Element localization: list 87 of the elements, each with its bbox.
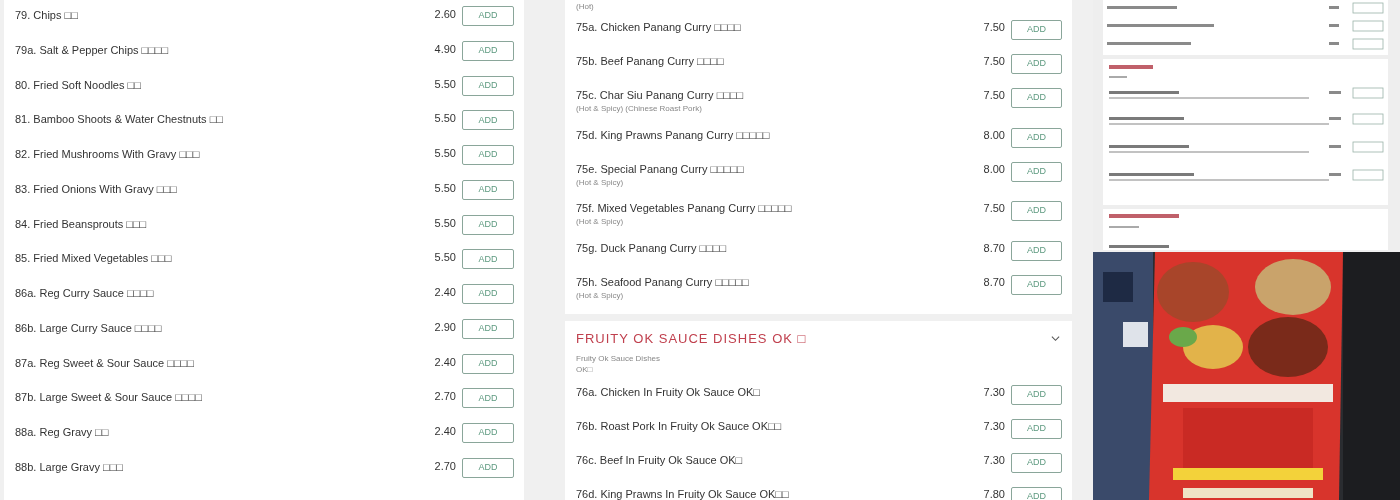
item-price: 5.50 [434, 111, 456, 127]
add-button[interactable]: ADD [462, 249, 514, 270]
item-name: 82. Fried Mushrooms With Gravy □□□ [15, 147, 201, 162]
item-price: 8.70 [983, 240, 1005, 256]
add-button[interactable]: ADD [1011, 161, 1062, 182]
item-name: 86b. Large Curry Sauce □□□□ [15, 320, 163, 336]
item-name: 87a. Reg Sweet & Sour Sauce □□□□ [15, 355, 195, 371]
add-button[interactable]: ADD [462, 318, 514, 339]
item-price: 5.50 [434, 180, 456, 196]
item-price: 7.30 [983, 452, 1005, 468]
item-name: 75f. Mixed Vegetables Panang Curry □□□□□ [576, 201, 793, 216]
item-price: 7.80 [983, 486, 1005, 500]
item-name: 88a. Reg Gravy □□ [15, 425, 110, 440]
chevron-icon[interactable] [1051, 334, 1060, 344]
add-button[interactable]: ADD [1011, 418, 1062, 439]
section-title[interactable]: FRUITY OK SAUCE DISHES OK □ [576, 329, 1051, 349]
item-name: 75h. Seafood Panang Curry □□□□□ [576, 274, 750, 290]
item-note: (Hot & Spicy) [576, 176, 625, 188]
item-note: (Hot & Spicy) [576, 216, 625, 227]
item-name: 75e. Special Panang Curry □□□□□ [576, 161, 745, 177]
item-name: 79a. Salt & Pepper Chips □□□□ [15, 42, 170, 58]
item-name: 76b. Roast Pork In Fruity Ok Sauce OK□□ [576, 418, 783, 434]
item-price: 5.50 [434, 76, 456, 92]
item-price: 2.40 [434, 424, 456, 439]
item-name: 75a. Chicken Panang Curry □□□□ [576, 20, 742, 35]
item-price: 2.40 [434, 285, 456, 300]
add-button[interactable]: ADD [462, 214, 514, 235]
add-button[interactable]: ADD [1011, 384, 1062, 405]
add-button[interactable]: ADD [462, 388, 514, 409]
item-price: 2.90 [434, 319, 456, 335]
item-name: 75b. Beef Panang Curry □□□□ [576, 54, 725, 69]
item-price: 7.30 [983, 384, 1005, 400]
add-button[interactable]: ADD [1011, 127, 1062, 148]
add-button[interactable]: ADD [462, 423, 514, 443]
item-name: 76c. Beef In Fruity Ok Sauce OK□ [576, 452, 744, 468]
item-price: 5.50 [434, 215, 456, 231]
add-button[interactable]: ADD [462, 40, 514, 61]
add-button[interactable]: ADD [462, 457, 514, 478]
item-price: 7.50 [983, 201, 1005, 216]
item-price: 7.50 [983, 20, 1005, 35]
item-name: 88b. Large Gravy □□□ [15, 459, 124, 475]
item-price: 2.70 [434, 389, 456, 405]
item-price: 7.50 [983, 54, 1005, 69]
item-name: 81. Bamboo Shoots & Water Chestnuts □□ [15, 112, 224, 128]
item-name: 85. Fried Mixed Vegetables □□□ [15, 251, 173, 267]
item-note: (Hot) [576, 2, 594, 12]
item-name: 76d. King Prawns In Fruity Ok Sauce OK□□ [576, 486, 790, 500]
item-name: 83. Fried Onions With Gravy □□□ [15, 181, 178, 197]
add-button[interactable]: ADD [1011, 486, 1062, 500]
add-button[interactable]: ADD [462, 353, 514, 374]
add-button[interactable]: ADD [462, 6, 514, 26]
add-button[interactable]: ADD [462, 284, 514, 304]
item-price: 4.90 [434, 41, 456, 57]
item-name: 75g. Duck Panang Curry □□□□ [576, 240, 728, 256]
item-name: 79. Chips □□ [15, 8, 79, 23]
item-price: 2.40 [434, 354, 456, 370]
item-note: (Hot & Spicy) (Chinese Roast Pork) [576, 103, 703, 114]
item-price: 5.50 [434, 146, 456, 161]
item-name: 87b. Large Sweet & Sour Sauce □□□□ [15, 390, 203, 406]
add-button[interactable]: ADD [1011, 54, 1062, 74]
item-name: 75c. Char Siu Panang Curry □□□□ [576, 88, 745, 103]
add-button[interactable]: ADD [462, 145, 514, 165]
add-button[interactable]: ADD [1011, 240, 1062, 261]
add-button[interactable]: ADD [462, 179, 514, 200]
item-price: 2.60 [434, 7, 456, 22]
section-description: OK□ [576, 363, 593, 375]
add-button[interactable]: ADD [1011, 274, 1062, 295]
item-name: 84. Fried Beansprouts □□□ [15, 216, 148, 232]
item-price: 8.00 [983, 127, 1005, 143]
add-button[interactable]: ADD [1011, 88, 1062, 108]
item-price: 8.00 [983, 161, 1005, 177]
item-note: (Hot & Spicy) [576, 289, 625, 301]
item-name: 75d. King Prawns Panang Curry □□□□□ [576, 127, 771, 143]
add-button[interactable]: ADD [462, 110, 514, 131]
add-button[interactable]: ADD [462, 75, 514, 96]
item-name: 76a. Chicken In Fruity Ok Sauce OK□ [576, 384, 761, 400]
add-button[interactable]: ADD [1011, 20, 1062, 40]
item-price: 7.50 [983, 88, 1005, 103]
add-button[interactable]: ADD [1011, 452, 1062, 473]
section-description: Fruity Ok Sauce Dishes [576, 352, 661, 364]
add-button[interactable]: ADD [1011, 201, 1062, 221]
item-name: 80. Fried Soft Noodles □□ [15, 77, 142, 93]
item-price: 2.70 [434, 458, 456, 474]
item-price: 8.70 [983, 274, 1005, 290]
item-name: 86a. Reg Curry Sauce □□□□ [15, 286, 155, 301]
item-price: 5.50 [434, 250, 456, 266]
item-price: 7.30 [983, 418, 1005, 434]
